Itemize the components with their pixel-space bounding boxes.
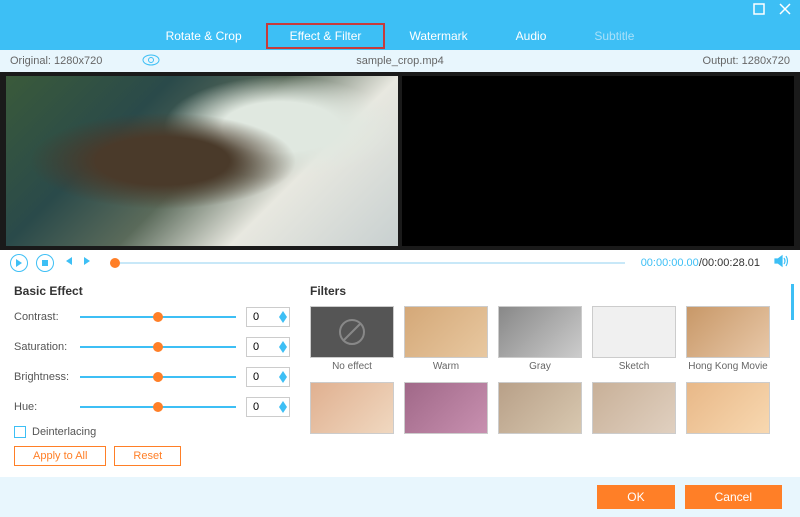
original-resolution: Original: 1280x720	[10, 55, 102, 67]
filter-hk-thumb	[686, 306, 770, 358]
editor-panel: Basic Effect Contrast: 0 Saturation: 0 B…	[0, 276, 800, 466]
filter-gray[interactable]: Gray	[498, 306, 582, 372]
filename: sample_crop.mp4	[356, 55, 443, 67]
apply-all-button[interactable]: Apply to All	[14, 446, 106, 466]
volume-icon[interactable]	[774, 254, 790, 273]
next-frame-button[interactable]	[82, 254, 94, 272]
footer: OK Cancel	[0, 477, 800, 517]
filters-scrollbar[interactable]	[791, 284, 794, 320]
tab-audio[interactable]: Audio	[492, 23, 571, 49]
basic-effect-panel: Basic Effect Contrast: 0 Saturation: 0 B…	[14, 284, 290, 466]
filter-sketch-thumb	[592, 306, 676, 358]
filter-gray-label: Gray	[498, 361, 582, 372]
tab-subtitle[interactable]: Subtitle	[570, 23, 658, 49]
filter-hk-label: Hong Kong Movie	[686, 361, 770, 372]
hue-slider[interactable]	[80, 406, 236, 408]
filter-none-label: No effect	[310, 361, 394, 372]
contrast-slider[interactable]	[80, 316, 236, 318]
filter-warm-label: Warm	[404, 361, 488, 372]
saturation-spinner[interactable]	[279, 341, 287, 353]
stop-button[interactable]	[36, 254, 54, 272]
saturation-slider[interactable]	[80, 346, 236, 348]
contrast-label: Contrast:	[14, 311, 80, 323]
prev-frame-button[interactable]	[62, 254, 74, 272]
contrast-thumb[interactable]	[153, 312, 163, 322]
titlebar	[0, 0, 800, 22]
contrast-value[interactable]: 0	[246, 307, 290, 327]
deinterlacing-checkbox[interactable]	[14, 426, 26, 438]
filter-hongkong[interactable]: Hong Kong Movie	[686, 306, 770, 372]
timeline-slider[interactable]	[110, 262, 625, 264]
filter-warm[interactable]: Warm	[404, 306, 488, 372]
hue-spinner[interactable]	[279, 401, 287, 413]
cancel-button[interactable]: Cancel	[685, 485, 782, 509]
filter-sketch-label: Sketch	[592, 361, 676, 372]
ok-button[interactable]: OK	[597, 485, 674, 509]
filters-title: Filters	[310, 284, 786, 298]
filter-2d-thumb	[592, 382, 676, 434]
filter-2e-thumb	[686, 382, 770, 434]
filters-panel: Filters No effect Warm Gray Sketch Hong …	[310, 284, 786, 466]
preview-output	[402, 76, 794, 246]
brightness-slider[interactable]	[80, 376, 236, 378]
preview-original	[6, 76, 398, 246]
playback-controls: 00:00:00.00/00:00:28.01	[0, 250, 800, 276]
filter-row2-a[interactable]	[310, 382, 394, 434]
hue-value[interactable]: 0	[246, 397, 290, 417]
deinterlacing-label: Deinterlacing	[32, 426, 96, 438]
time-current: 00:00:00.00	[641, 257, 699, 269]
output-resolution: Output: 1280x720	[703, 55, 790, 67]
filter-2a-thumb	[310, 382, 394, 434]
filter-row2-b[interactable]	[404, 382, 488, 434]
close-icon[interactable]	[778, 2, 792, 21]
filter-2b-thumb	[404, 382, 488, 434]
timeline-thumb[interactable]	[110, 258, 120, 268]
hue-thumb[interactable]	[153, 402, 163, 412]
saturation-thumb[interactable]	[153, 342, 163, 352]
play-button[interactable]	[10, 254, 28, 272]
filter-2c-thumb	[498, 382, 582, 434]
filter-none[interactable]: No effect	[310, 306, 394, 372]
saturation-label: Saturation:	[14, 341, 80, 353]
tab-watermark[interactable]: Watermark	[385, 23, 491, 49]
maximize-icon[interactable]	[752, 2, 766, 21]
filter-none-thumb	[310, 306, 394, 358]
preview-area	[0, 72, 800, 250]
reset-button[interactable]: Reset	[114, 446, 181, 466]
basic-effect-title: Basic Effect	[14, 284, 290, 298]
filter-gray-thumb	[498, 306, 582, 358]
time-total: 00:00:28.01	[702, 257, 760, 269]
filter-row2-d[interactable]	[592, 382, 676, 434]
tab-bar: Rotate & Crop Effect & Filter Watermark …	[0, 22, 800, 50]
brightness-value[interactable]: 0	[246, 367, 290, 387]
info-bar: Original: 1280x720 sample_crop.mp4 Outpu…	[0, 50, 800, 72]
tab-effect-filter[interactable]: Effect & Filter	[266, 23, 386, 49]
tab-rotate-crop[interactable]: Rotate & Crop	[142, 23, 266, 49]
preview-eye-icon[interactable]	[142, 54, 160, 69]
hue-label: Hue:	[14, 401, 80, 413]
deinterlacing-row[interactable]: Deinterlacing	[14, 426, 290, 438]
saturation-value[interactable]: 0	[246, 337, 290, 357]
brightness-spinner[interactable]	[279, 371, 287, 383]
filter-sketch[interactable]: Sketch	[592, 306, 676, 372]
filter-row2-e[interactable]	[686, 382, 770, 434]
filter-row2-c[interactable]	[498, 382, 582, 434]
contrast-spinner[interactable]	[279, 311, 287, 323]
filter-warm-thumb	[404, 306, 488, 358]
brightness-thumb[interactable]	[153, 372, 163, 382]
brightness-label: Brightness:	[14, 371, 80, 383]
